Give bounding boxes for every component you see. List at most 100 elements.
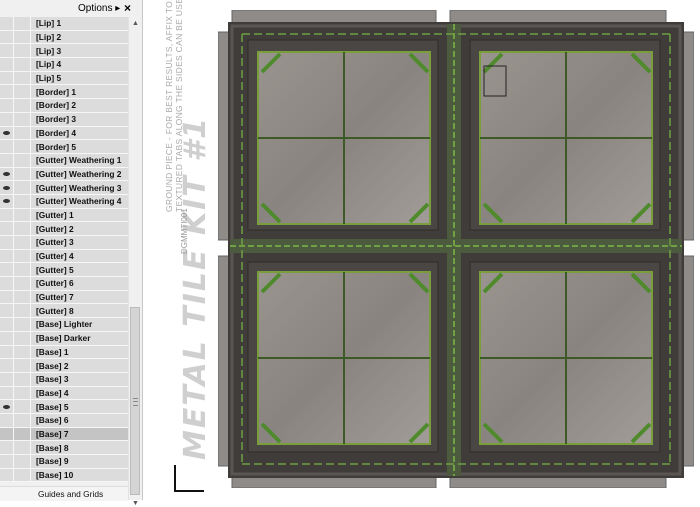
layer-lock-toggle[interactable] [14,153,31,167]
layer-row[interactable]: [Base] 10 [0,468,128,483]
close-panel-button[interactable]: × [124,1,131,15]
layer-visibility-toggle[interactable] [0,194,14,208]
layer-visibility-toggle[interactable] [0,17,14,30]
layer-visibility-toggle[interactable] [0,85,14,99]
scroll-down-arrow-icon[interactable]: ▼ [132,500,139,507]
layer-visibility-toggle[interactable] [0,112,14,126]
layer-row[interactable]: [Base] 1 [0,345,128,360]
layer-visibility-toggle[interactable] [0,140,14,154]
layer-row[interactable]: [Base] 3 [0,372,128,387]
layer-visibility-toggle[interactable] [0,468,14,482]
layer-row[interactable]: [Lip] 3 [0,44,128,59]
layer-visibility-toggle[interactable] [0,317,14,331]
layer-lock-toggle[interactable] [14,454,31,468]
layer-visibility-toggle[interactable] [0,181,14,195]
layer-lock-toggle[interactable] [14,44,31,58]
layer-row[interactable]: [Border] 4 [0,126,128,141]
layer-row[interactable]: [Gutter] 4 [0,249,128,264]
layer-lock-toggle[interactable] [14,468,31,482]
layer-row[interactable]: [Gutter] 5 [0,263,128,278]
layer-visibility-toggle[interactable] [0,454,14,468]
layer-row[interactable]: [Lip] 4 [0,57,128,72]
layer-visibility-toggle[interactable] [0,427,14,441]
layer-row[interactable]: [Base] 7 [0,427,128,442]
layer-row[interactable]: [Base] 4 [0,386,128,401]
layer-row[interactable]: [Base] 2 [0,359,128,373]
layer-visibility-toggle[interactable] [0,331,14,345]
options-menu-button[interactable]: Options ▸ [78,3,120,14]
layer-lock-toggle[interactable] [14,331,31,345]
layer-visibility-toggle[interactable] [0,263,14,277]
layer-lock-toggle[interactable] [14,17,31,30]
layer-visibility-toggle[interactable] [0,44,14,58]
layer-row[interactable]: [Base] 5 [0,400,128,414]
layer-visibility-toggle[interactable] [0,249,14,263]
layer-row[interactable]: [Border] 1 [0,85,128,100]
layer-visibility-toggle[interactable] [0,359,14,373]
layer-visibility-toggle[interactable] [0,276,14,290]
layer-visibility-toggle[interactable] [0,386,14,400]
layer-lock-toggle[interactable] [14,112,31,126]
layer-visibility-toggle[interactable] [0,290,14,304]
layer-visibility-toggle[interactable] [0,413,14,427]
layer-row[interactable]: [Gutter] Weathering 3 [0,181,128,195]
layer-lock-toggle[interactable] [14,441,31,455]
layer-visibility-toggle[interactable] [0,345,14,359]
layer-visibility-toggle[interactable] [0,208,14,222]
layer-visibility-toggle[interactable] [0,153,14,167]
layer-lock-toggle[interactable] [14,249,31,263]
layer-row[interactable]: [Lip] 2 [0,30,128,45]
layer-row[interactable]: [Base] Lighter [0,317,128,332]
layer-visibility-toggle[interactable] [0,304,14,318]
layer-list-scrollbar[interactable]: ▲ ▼ [128,17,142,507]
layer-visibility-toggle[interactable] [0,235,14,249]
layer-lock-toggle[interactable] [14,263,31,277]
layer-row[interactable]: [Border] 5 [0,140,128,154]
layer-lock-toggle[interactable] [14,222,31,236]
layer-row[interactable]: [Gutter] 6 [0,276,128,291]
layer-lock-toggle[interactable] [14,276,31,290]
scroll-up-arrow-icon[interactable]: ▲ [132,20,139,27]
layer-row[interactable]: [Gutter] Weathering 2 [0,167,128,182]
layer-lock-toggle[interactable] [14,71,31,85]
layer-visibility-toggle[interactable] [0,441,14,455]
layer-lock-toggle[interactable] [14,30,31,44]
layer-lock-toggle[interactable] [14,208,31,222]
layer-visibility-toggle[interactable] [0,30,14,44]
layer-visibility-toggle[interactable] [0,222,14,236]
layer-visibility-toggle[interactable] [0,57,14,71]
layer-visibility-toggle[interactable] [0,372,14,386]
layer-lock-toggle[interactable] [14,359,31,373]
layer-row[interactable]: [Base] 8 [0,441,128,455]
layer-lock-toggle[interactable] [14,290,31,304]
layer-row[interactable]: [Border] 2 [0,98,128,113]
layer-row[interactable]: [Border] 3 [0,112,128,127]
layer-row[interactable]: [Lip] 1 [0,17,128,31]
layer-visibility-toggle[interactable] [0,400,14,414]
metal-tile-board[interactable] [218,10,694,488]
layer-lock-toggle[interactable] [14,57,31,71]
layer-row[interactable]: [Gutter] 3 [0,235,128,250]
layer-lock-toggle[interactable] [14,140,31,154]
layer-row[interactable]: [Gutter] 2 [0,222,128,236]
layer-lock-toggle[interactable] [14,167,31,181]
layer-visibility-toggle[interactable] [0,98,14,112]
layer-lock-toggle[interactable] [14,400,31,414]
layer-lock-toggle[interactable] [14,126,31,140]
layer-row[interactable]: [Gutter] 8 [0,304,128,319]
layer-lock-toggle[interactable] [14,413,31,427]
guides-and-grids-row[interactable]: Guides and Grids [0,486,128,501]
scrollbar-thumb[interactable] [130,307,140,495]
layer-lock-toggle[interactable] [14,181,31,195]
layer-row[interactable]: [Gutter] 7 [0,290,128,305]
layer-lock-toggle[interactable] [14,85,31,99]
layer-lock-toggle[interactable] [14,304,31,318]
layer-row[interactable]: [Gutter] 1 [0,208,128,223]
layer-row[interactable]: [Base] 6 [0,413,128,428]
layer-visibility-toggle[interactable] [0,167,14,181]
layer-lock-toggle[interactable] [14,427,31,441]
layer-row[interactable]: [Lip] 5 [0,71,128,86]
layer-row[interactable]: [Gutter] Weathering 1 [0,153,128,168]
layer-lock-toggle[interactable] [14,345,31,359]
layer-lock-toggle[interactable] [14,194,31,208]
